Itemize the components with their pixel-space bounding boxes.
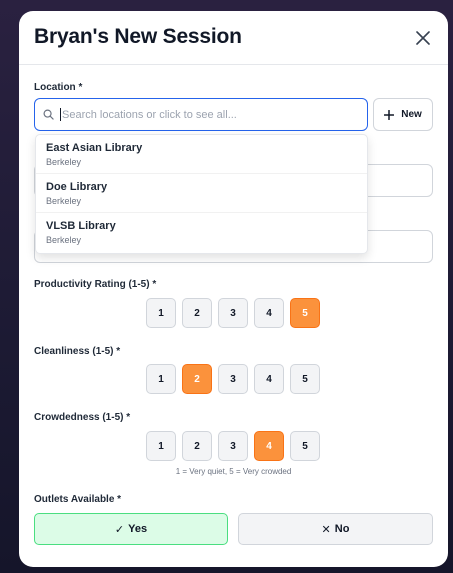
rating-button-3[interactable]: 3 bbox=[218, 298, 248, 328]
rating-button-3[interactable]: 3 bbox=[218, 364, 248, 394]
rating-button-1[interactable]: 1 bbox=[146, 298, 176, 328]
option-name: VLSB Library bbox=[46, 220, 116, 232]
rating-button-3[interactable]: 3 bbox=[218, 431, 248, 461]
option-city: Berkeley bbox=[46, 157, 82, 167]
new-button-label: New bbox=[401, 109, 422, 120]
no-label: No bbox=[334, 523, 350, 535]
rating-button-5[interactable]: 5 bbox=[290, 298, 320, 328]
productivity-label: Productivity Rating (1-5) * bbox=[34, 279, 157, 290]
outlets-label: Outlets Available * bbox=[34, 494, 122, 505]
location-dropdown: East Asian Library Berkeley Doe Library … bbox=[35, 134, 368, 254]
yes-label: Yes bbox=[128, 523, 148, 535]
rating-button-2[interactable]: 2 bbox=[182, 431, 212, 461]
outlets-no-button[interactable]: ✕ No bbox=[238, 513, 433, 545]
rating-button-4[interactable]: 4 bbox=[254, 364, 284, 394]
crowdedness-hint: 1 = Very quiet, 5 = Very crowded bbox=[175, 467, 292, 476]
outlets-yes-button[interactable]: ✓ Yes bbox=[34, 513, 228, 545]
crowdedness-rating: 1 2 3 4 5 bbox=[146, 431, 320, 461]
rating-button-1[interactable]: 1 bbox=[146, 364, 176, 394]
close-icon bbox=[416, 31, 430, 45]
cleanliness-label: Cleanliness (1-5) * bbox=[34, 346, 121, 357]
option-city: Berkeley bbox=[46, 235, 82, 245]
location-search-input[interactable] bbox=[62, 108, 352, 121]
text-caret bbox=[60, 108, 61, 121]
rating-button-1[interactable]: 1 bbox=[146, 431, 176, 461]
cleanliness-rating: 1 2 3 4 5 bbox=[146, 364, 320, 394]
option-name: East Asian Library bbox=[46, 142, 143, 154]
modal-title: Bryan's New Session bbox=[34, 25, 242, 48]
rating-button-5[interactable]: 5 bbox=[290, 431, 320, 461]
rating-button-4[interactable]: 4 bbox=[254, 298, 284, 328]
rating-button-4[interactable]: 4 bbox=[254, 431, 284, 461]
location-option[interactable]: VLSB Library Berkeley bbox=[36, 213, 367, 252]
location-label: Location * bbox=[34, 82, 83, 93]
location-search-field[interactable] bbox=[34, 98, 368, 131]
location-option[interactable]: Doe Library Berkeley bbox=[36, 174, 367, 213]
option-name: Doe Library bbox=[46, 181, 108, 193]
option-city: Berkeley bbox=[46, 196, 82, 206]
check-icon: ✓ bbox=[114, 523, 125, 536]
crowdedness-label: Crowdedness (1-5) * bbox=[34, 412, 131, 423]
location-option[interactable]: East Asian Library Berkeley bbox=[36, 135, 367, 174]
rating-button-5[interactable]: 5 bbox=[290, 364, 320, 394]
close-button[interactable] bbox=[412, 27, 434, 49]
modal-header: Bryan's New Session bbox=[19, 11, 448, 65]
search-icon bbox=[43, 109, 54, 120]
x-icon: ✕ bbox=[321, 523, 331, 536]
new-location-button[interactable]: New bbox=[373, 98, 433, 131]
productivity-rating: 1 2 3 4 5 bbox=[146, 298, 320, 328]
plus-icon bbox=[384, 109, 395, 120]
rating-button-2[interactable]: 2 bbox=[182, 364, 212, 394]
new-session-modal: Bryan's New Session Location * New East … bbox=[19, 11, 448, 567]
rating-button-2[interactable]: 2 bbox=[182, 298, 212, 328]
